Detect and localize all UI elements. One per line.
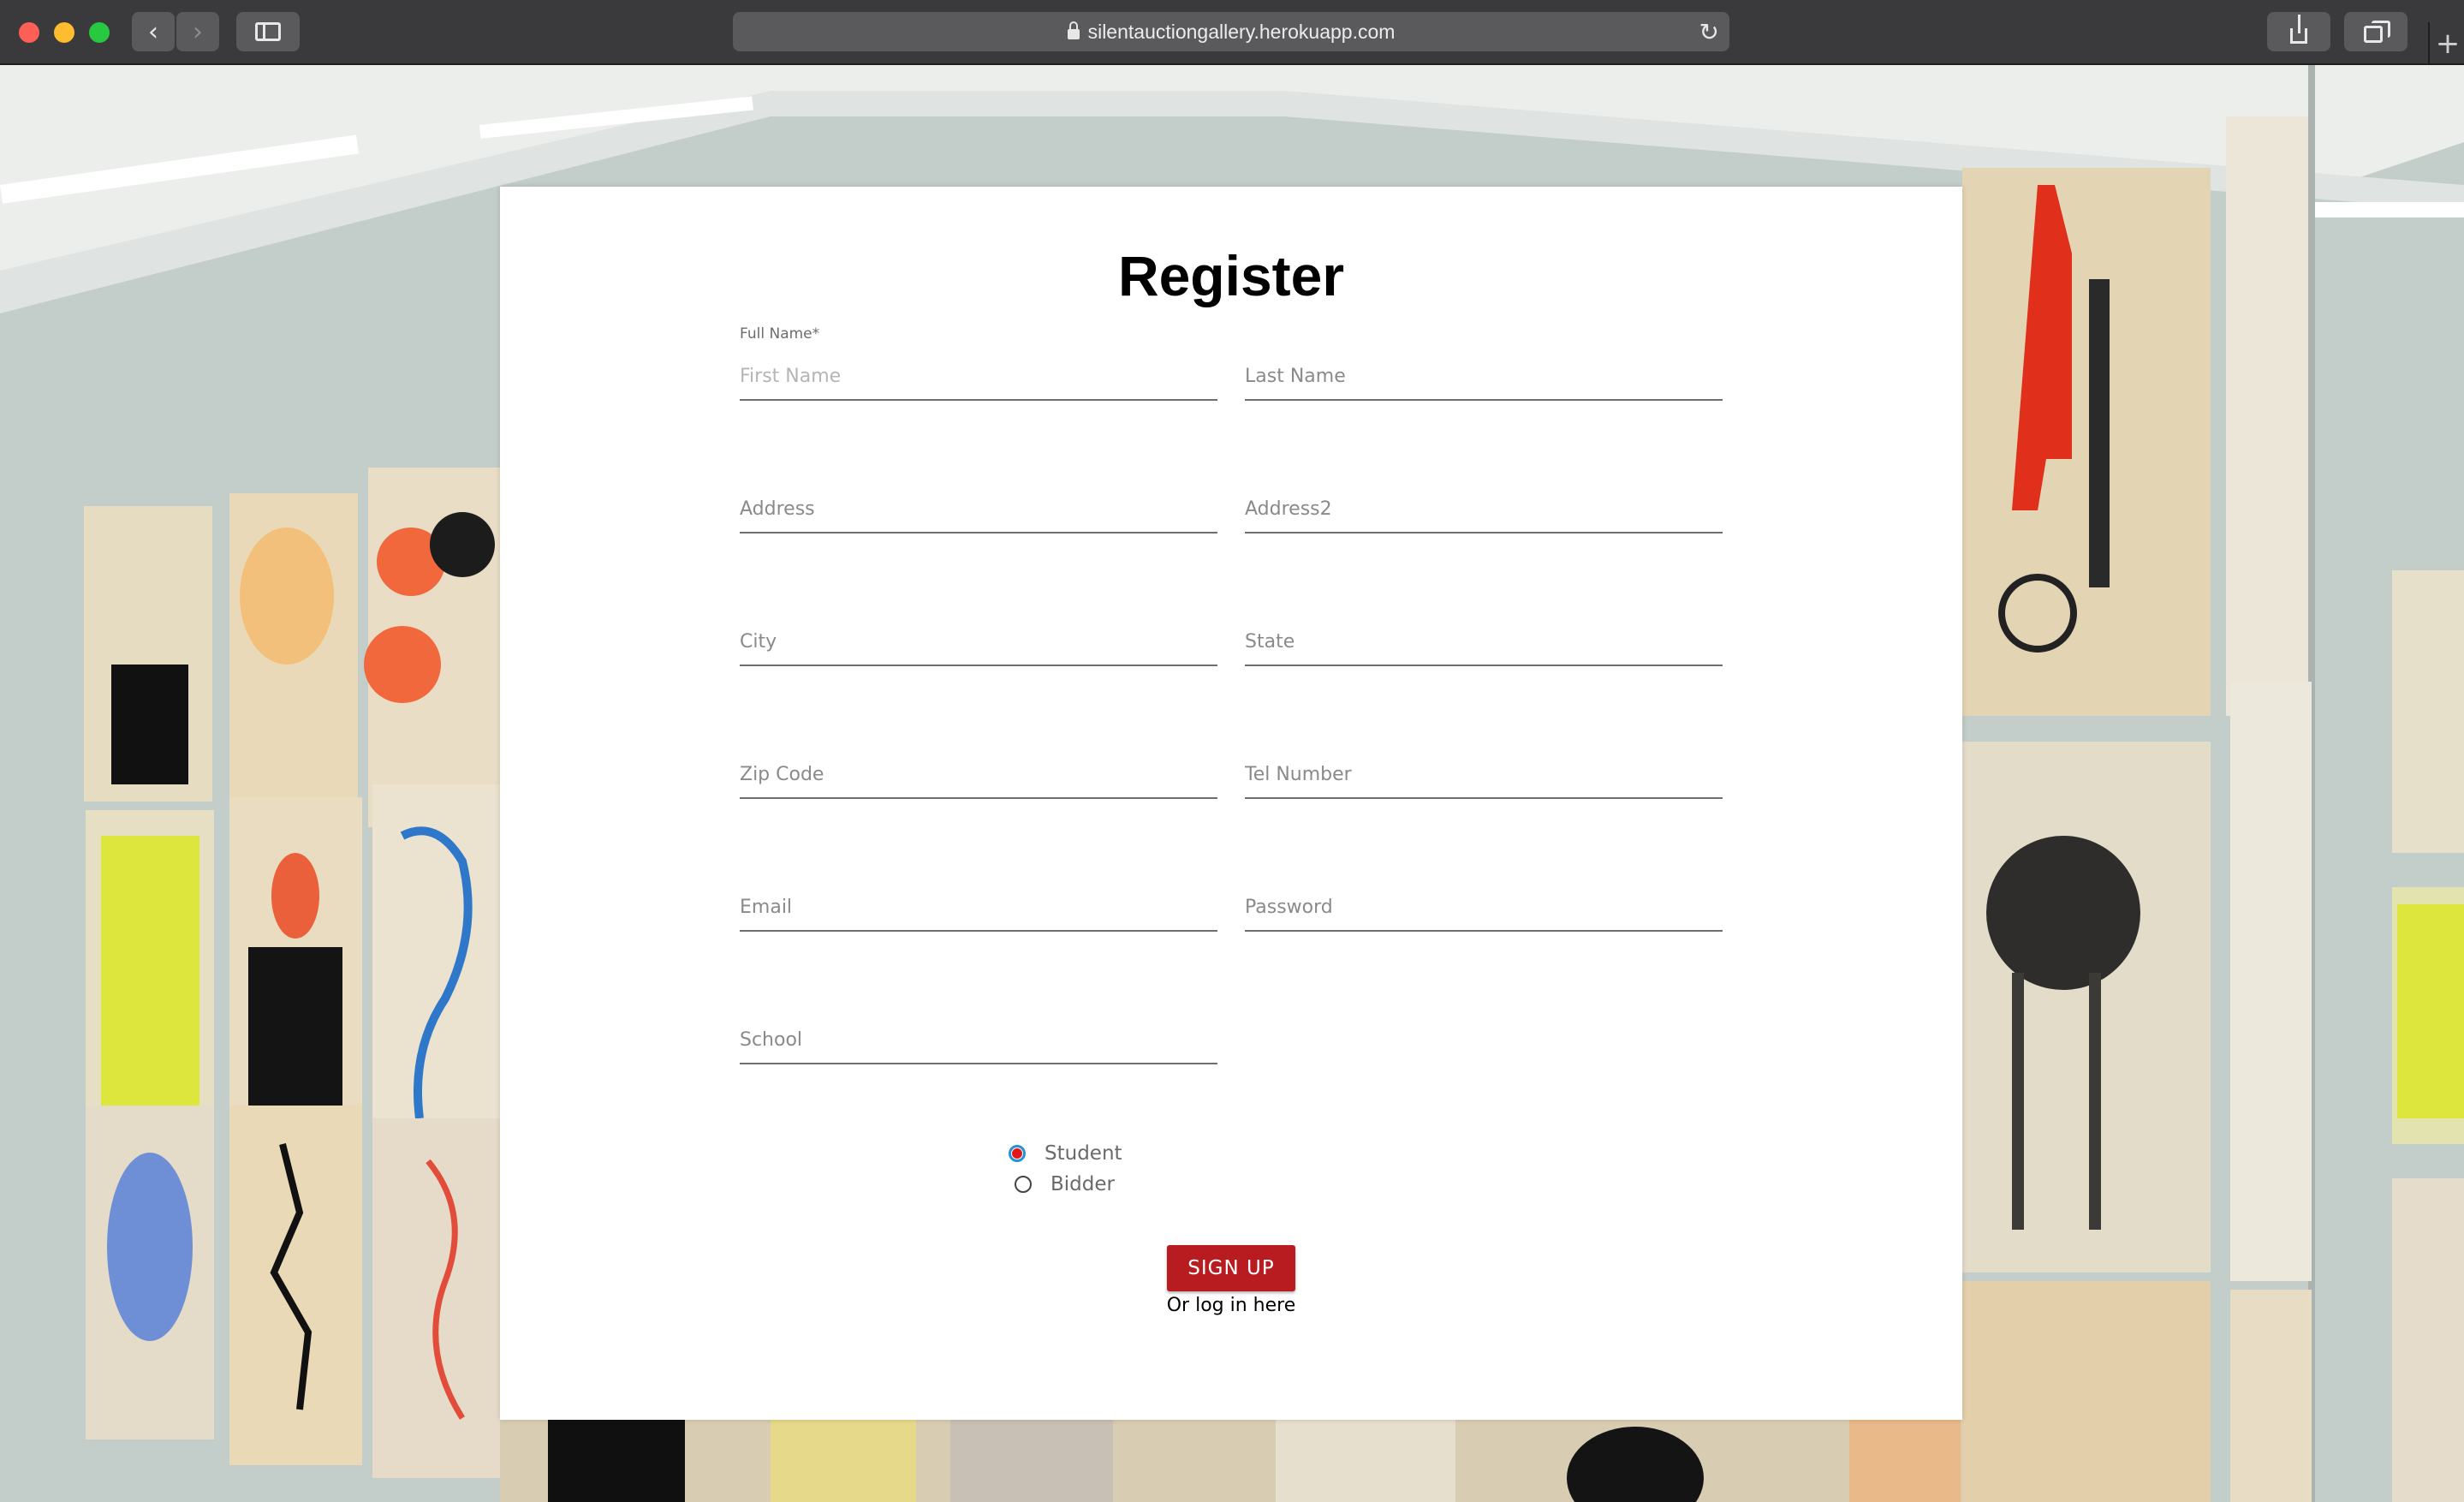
share-button[interactable] (2267, 12, 2330, 51)
city-field[interactable] (740, 615, 1217, 666)
sign-up-button[interactable]: SIGN UP (1167, 1245, 1295, 1291)
city-input[interactable] (740, 631, 1217, 653)
maximize-window-button[interactable] (89, 22, 110, 43)
address-input[interactable] (740, 498, 1217, 520)
email-input[interactable] (740, 897, 1217, 918)
page-title: Register (1117, 244, 1345, 307)
first-name-input[interactable] (740, 366, 1217, 387)
last-name-input[interactable] (1245, 366, 1723, 387)
role-option-student[interactable]: Student (1009, 1142, 1122, 1165)
reload-icon[interactable]: ↻ (1699, 18, 1719, 46)
lock-icon (1067, 21, 1080, 39)
sidebar-toggle-button[interactable] (236, 12, 300, 51)
back-button[interactable]: ‹ (132, 12, 175, 51)
browser-toolbar: ‹ › silentauctiongallery.herokuapp.com ↻… (0, 0, 2464, 65)
tel-number-input[interactable] (1245, 764, 1723, 785)
role-option-bidder[interactable]: Bidder (1015, 1173, 1115, 1195)
full-name-label: Full Name* (740, 325, 820, 343)
show-tabs-button[interactable] (2344, 12, 2407, 51)
login-link[interactable]: Or log in here (500, 1295, 1962, 1316)
zip-code-input[interactable] (740, 764, 1217, 785)
school-input[interactable] (740, 1029, 1217, 1051)
address-bar[interactable]: silentauctiongallery.herokuapp.com ↻ (733, 12, 1729, 51)
bidder-radio[interactable] (1015, 1176, 1032, 1193)
forward-button[interactable]: › (176, 12, 219, 51)
school-field[interactable] (740, 1013, 1217, 1064)
student-radio[interactable] (1009, 1145, 1026, 1162)
address2-input[interactable] (1245, 498, 1723, 520)
first-name-field[interactable] (740, 349, 1217, 401)
close-window-button[interactable] (19, 22, 39, 43)
tabs-icon (2364, 21, 2390, 43)
tel-number-field[interactable] (1245, 748, 1723, 799)
state-field[interactable] (1245, 615, 1723, 666)
address-field[interactable] (740, 482, 1217, 533)
url-text: silentauctiongallery.herokuapp.com (1087, 20, 1396, 43)
last-name-field[interactable] (1245, 349, 1723, 401)
password-input[interactable] (1245, 897, 1723, 918)
bidder-label: Bidder (1050, 1173, 1115, 1195)
minimize-window-button[interactable] (54, 22, 74, 43)
password-field[interactable] (1245, 880, 1723, 932)
sidebar-icon (255, 22, 281, 41)
state-input[interactable] (1245, 631, 1723, 653)
new-tab-button[interactable]: + (2428, 22, 2464, 65)
chevron-left-icon: ‹ (148, 16, 158, 47)
share-icon (2290, 15, 2307, 44)
zip-code-field[interactable] (740, 748, 1217, 799)
chevron-right-icon: › (193, 16, 203, 47)
email-field[interactable] (740, 880, 1217, 932)
student-label: Student (1045, 1142, 1122, 1165)
address2-field[interactable] (1245, 482, 1723, 533)
register-card: Register Full Name* Student Bidder S (500, 187, 1962, 1420)
